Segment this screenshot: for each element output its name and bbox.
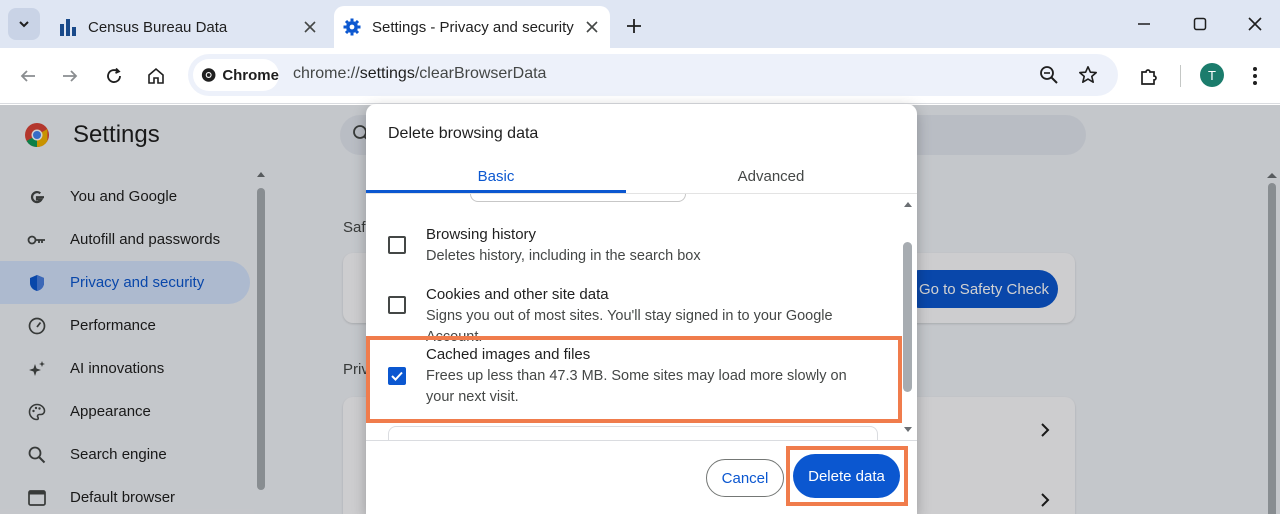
tab-settings[interactable]: Settings - Privacy and security [334,6,610,48]
chip-label: Chrome [222,66,279,84]
profile-avatar[interactable]: T [1200,63,1224,87]
chevron-down-icon [19,21,29,28]
plus-icon [627,19,641,33]
scroll-down-icon[interactable] [903,426,913,434]
scroll-up-icon[interactable] [903,200,913,208]
url-path: /clearBrowserData [414,65,547,82]
bookmark-button[interactable] [1076,63,1100,87]
close-icon[interactable] [580,15,604,39]
arrow-left-icon [20,70,35,82]
option-cookies[interactable]: Cookies and other site data Signs you ou… [366,282,896,345]
maximize-icon [1193,17,1207,31]
gear-icon [342,17,362,37]
option-description: Deletes history, including in the search… [426,248,701,264]
more-options-edge [388,426,878,440]
delete-data-button[interactable]: Delete data [793,454,900,498]
forward-button[interactable] [56,62,84,90]
tab-title: Census Bureau Data [88,18,228,36]
tab-strip: Census Bureau Data Settings - Privacy an… [0,0,1280,48]
home-button[interactable] [142,62,170,90]
tab-title: Settings - Privacy and security [372,18,574,36]
cancel-button[interactable]: Cancel [706,459,784,497]
toolbar-separator [1180,65,1181,87]
omnibox[interactable]: Chrome chrome://settings/clearBrowserDat… [188,54,1118,96]
close-icon [1248,17,1262,31]
delete-browsing-data-dialog: Delete browsing data Basic Advanced Brow… [366,104,917,514]
more-vert-icon [1253,67,1257,85]
option-browsing-history[interactable]: Browsing history Deletes history, includ… [366,222,896,272]
back-button[interactable] [14,62,42,90]
site-info-chip[interactable]: Chrome [193,59,279,91]
minimize-icon [1138,23,1150,25]
option-title: Cookies and other site data [426,286,609,303]
menu-button[interactable] [1241,62,1269,90]
url-scheme: chrome:// [293,65,360,82]
tab-basic[interactable]: Basic [366,158,626,194]
url-text[interactable]: chrome://settings/clearBrowserData [293,65,546,83]
zoom-out-icon [1040,66,1058,84]
close-icon[interactable] [298,15,322,39]
tab-search-button[interactable] [8,8,40,40]
option-title: Browsing history [426,226,537,243]
extensions-button[interactable] [1135,62,1163,90]
cookies-checkbox[interactable] [388,296,406,314]
reload-icon [107,67,121,83]
browsing-history-checkbox[interactable] [388,236,406,254]
puzzle-icon [1141,69,1157,85]
maximize-button[interactable] [1186,10,1214,38]
arrow-right-icon [63,70,78,82]
browser-toolbar: Chrome chrome://settings/clearBrowserDat… [0,48,1280,104]
minimize-button[interactable] [1130,10,1158,38]
chrome-icon [201,68,216,82]
highlight-annotation-cached [366,336,902,423]
bar-chart-icon [58,17,78,37]
star-icon [1079,66,1097,83]
time-range-select-edge[interactable] [470,194,686,202]
zoom-button[interactable] [1037,63,1061,87]
home-icon [148,67,164,84]
close-window-button[interactable] [1241,10,1269,38]
dialog-scrollbar[interactable] [901,198,915,438]
tab-advanced[interactable]: Advanced [636,158,906,194]
dialog-scrollbar-thumb[interactable] [903,242,912,392]
tab-census-bureau[interactable]: Census Bureau Data [50,6,328,48]
dialog-title: Delete browsing data [388,125,539,142]
new-tab-button[interactable] [620,12,648,40]
url-host: settings [359,65,415,82]
footer-divider [366,440,917,441]
reload-button[interactable] [100,62,128,90]
